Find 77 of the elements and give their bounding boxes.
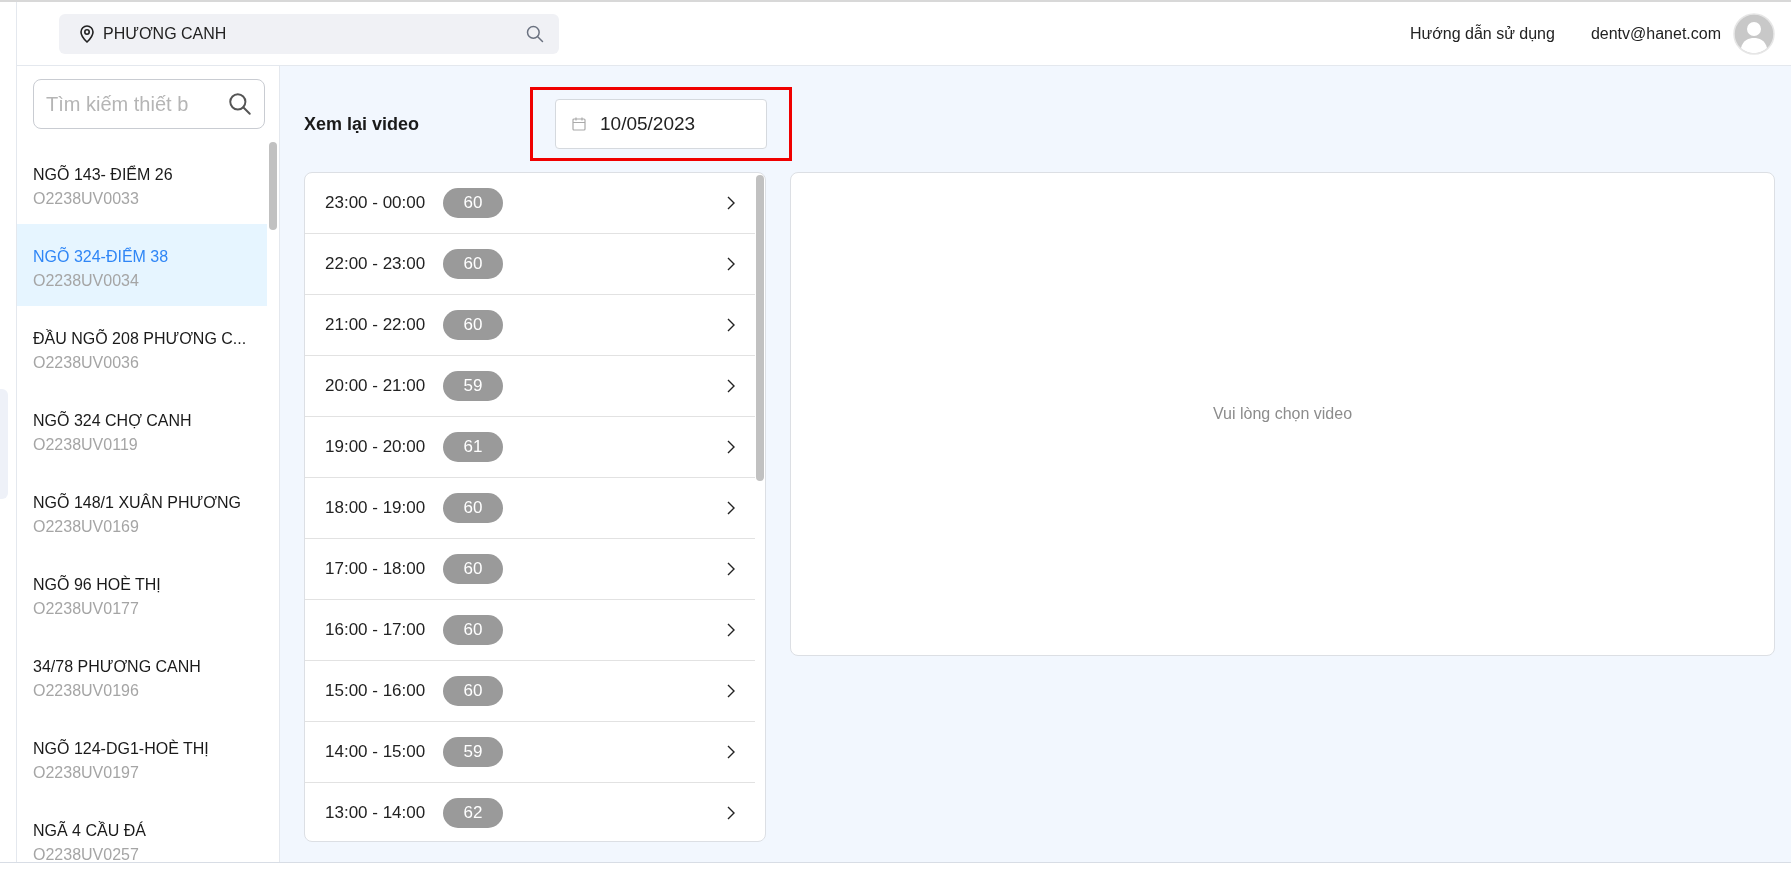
device-code: O2238UV0169 [33, 518, 140, 536]
device-code: O2238UV0033 [33, 190, 140, 208]
date-picker[interactable]: 10/05/2023 [555, 99, 767, 149]
location-pin-icon [79, 24, 95, 43]
video-placeholder-text: Vui lòng chọn video [1212, 405, 1353, 423]
device-name: ĐẦU NGÕ 208 PHƯƠNG C... [33, 330, 248, 348]
video-count: 61 [443, 432, 503, 462]
chevron-right-icon [727, 806, 735, 820]
hour-range: 14:00 - 15:00 [325, 742, 427, 762]
scrollbar-thumb[interactable] [269, 142, 277, 230]
search-icon[interactable] [227, 91, 253, 117]
hour-row[interactable]: 14:00 - 15:00 59 [305, 722, 755, 783]
hour-row[interactable]: 13:00 - 14:00 62 [305, 783, 755, 841]
chevron-right-icon [727, 257, 735, 271]
avatar-icon[interactable] [1733, 12, 1775, 55]
chevron-right-icon [727, 379, 735, 393]
chevron-right-icon [727, 623, 735, 637]
device-code: O2238UV0257 [33, 846, 140, 862]
hour-range: 23:00 - 00:00 [325, 193, 427, 213]
device-name: NGÃ 4 CẦU ĐÁ [33, 822, 147, 840]
hour-row[interactable]: 23:00 - 00:00 60 [305, 173, 755, 234]
video-count: 60 [443, 310, 503, 340]
chevron-right-icon [727, 318, 735, 332]
video-count: 60 [443, 676, 503, 706]
chevron-right-icon [727, 684, 735, 698]
scrollbar-thumb[interactable] [756, 175, 764, 481]
location-search-field[interactable]: PHƯƠNG CANH [59, 13, 559, 54]
video-count: 60 [443, 554, 503, 584]
video-count: 59 [443, 371, 503, 401]
chevron-right-icon [727, 562, 735, 576]
hour-range: 15:00 - 16:00 [325, 681, 427, 701]
hour-range: 21:00 - 22:00 [325, 315, 427, 335]
chevron-right-icon [727, 501, 735, 515]
hour-range: 18:00 - 19:00 [325, 498, 427, 518]
device-code: O2238UV0034 [33, 272, 140, 290]
video-count: 60 [443, 615, 503, 645]
chevron-right-icon [727, 440, 735, 454]
device-code: O2238UV0197 [33, 764, 140, 782]
user-email: dentv@hanet.com [1590, 24, 1721, 43]
hour-range: 19:00 - 20:00 [325, 437, 427, 457]
device-search-field[interactable]: Tìm kiếm thiết b [33, 79, 265, 129]
device-name: NGÕ 148/1 XUÂN PHƯƠNG [33, 494, 242, 512]
video-count: 60 [443, 188, 503, 218]
video-count: 60 [443, 249, 503, 279]
device-name: 34/78 PHƯƠNG CANH [33, 658, 202, 676]
hour-row[interactable]: 15:00 - 16:00 60 [305, 661, 755, 722]
hour-row[interactable]: 16:00 - 17:00 60 [305, 600, 755, 661]
hour-row[interactable]: 19:00 - 20:00 61 [305, 417, 755, 478]
hour-range: 22:00 - 23:00 [325, 254, 427, 274]
hour-range: 20:00 - 21:00 [325, 376, 427, 396]
hour-range: 13:00 - 14:00 [325, 803, 427, 823]
device-code: O2238UV0119 [33, 436, 139, 454]
hour-row[interactable]: 18:00 - 19:00 60 [305, 478, 755, 539]
hour-range: 17:00 - 18:00 [325, 559, 427, 579]
hour-row[interactable]: 22:00 - 23:00 60 [305, 234, 755, 295]
hour-range: 16:00 - 17:00 [325, 620, 427, 640]
video-count: 62 [443, 798, 503, 828]
hour-row[interactable]: 17:00 - 18:00 60 [305, 539, 755, 600]
video-count: 59 [443, 737, 503, 767]
device-name: NGÕ 96 HOÈ THỊ [33, 576, 162, 594]
help-link[interactable]: Hướng dẫn sử dụng [1410, 24, 1555, 43]
calendar-icon [572, 117, 586, 131]
page-title: Xem lại video [304, 113, 421, 135]
device-code: O2238UV0196 [33, 682, 140, 700]
device-code: O2238UV0036 [33, 354, 140, 372]
hour-row[interactable]: 21:00 - 22:00 60 [305, 295, 755, 356]
device-name: NGÕ 324 CHỢ CANH [33, 412, 193, 430]
chevron-right-icon [727, 745, 735, 759]
device-name: NGÕ 324-ĐIỂM 38 [33, 248, 170, 266]
search-icon[interactable] [525, 23, 545, 44]
device-code: O2238UV0177 [33, 600, 140, 618]
location-name: PHƯƠNG CANH [103, 24, 228, 43]
video-count: 60 [443, 493, 503, 523]
device-name: NGÕ 124-DG1-HOÈ THỊ [33, 740, 210, 758]
device-name: NGÕ 143- ĐIỂM 26 [33, 166, 174, 184]
hour-row[interactable]: 20:00 - 21:00 59 [305, 356, 755, 417]
chevron-right-icon [727, 196, 735, 210]
